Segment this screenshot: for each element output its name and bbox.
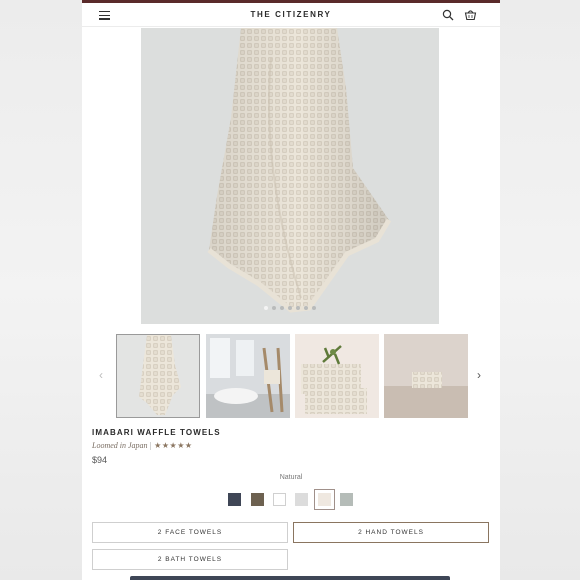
product-main-image[interactable] <box>141 28 439 324</box>
thumbnail-image <box>206 334 290 418</box>
carousel-dot[interactable] <box>304 306 308 310</box>
carousel-dot[interactable] <box>280 306 284 310</box>
basket-icon[interactable] <box>464 8 477 21</box>
background-right <box>500 0 580 580</box>
thumbnail-folded-towels[interactable] <box>295 334 379 418</box>
carousel-dot[interactable] <box>264 306 268 310</box>
carousel-dot[interactable] <box>272 306 276 310</box>
rating-stars-icon[interactable]: ★★★★★ <box>154 441 192 450</box>
chevron-left-icon[interactable]: ‹ <box>95 369 107 381</box>
towel-illustration <box>207 28 392 313</box>
meta-divider: | <box>149 441 152 450</box>
site-header: THE CITIZENRY <box>82 3 500 27</box>
product-page: THE CITIZENRY ‹ › IMABARI WAFFLE TOWELS … <box>82 0 500 580</box>
chevron-right-icon[interactable]: › <box>473 369 485 381</box>
search-icon[interactable] <box>442 9 454 21</box>
brand-logo[interactable]: THE CITIZENRY <box>82 10 500 19</box>
swatch-navy[interactable] <box>228 493 241 506</box>
product-origin: Loomed in Japan <box>92 441 148 450</box>
swatch-white[interactable] <box>273 493 286 506</box>
thumbnail-image <box>384 334 468 418</box>
add-to-cart-bar[interactable] <box>130 576 450 580</box>
swatch-natural[interactable] <box>314 489 335 510</box>
size-option-hand-towels[interactable]: 2 HAND TOWELS <box>293 522 489 543</box>
thumbnail-image <box>295 334 379 418</box>
product-price: $94 <box>92 455 108 465</box>
color-name: Natural <box>279 474 303 481</box>
swatch-sage[interactable] <box>340 493 353 506</box>
thumbnail-hanging-towel[interactable] <box>116 334 200 418</box>
size-option-face-towels[interactable]: 2 FACE TOWELS <box>92 522 288 543</box>
size-option-bath-towels[interactable]: 2 BATH TOWELS <box>92 549 288 570</box>
swatch-olive[interactable] <box>251 493 264 506</box>
carousel-dots[interactable] <box>141 297 439 315</box>
carousel-dot[interactable] <box>288 306 292 310</box>
carousel-dot[interactable] <box>296 306 300 310</box>
swatch-light-gray[interactable] <box>295 493 308 506</box>
thumbnail-bathroom[interactable] <box>206 334 290 418</box>
thumbnail-strip: ‹ › <box>82 333 500 419</box>
carousel-dot[interactable] <box>312 306 316 310</box>
thumbnail-image <box>117 335 199 417</box>
thumbnail-towel-stack[interactable] <box>384 334 468 418</box>
product-meta: Loomed in Japan | ★★★★★ <box>92 441 193 450</box>
product-title: IMABARI WAFFLE TOWELS <box>92 428 221 437</box>
background-left <box>0 0 82 580</box>
